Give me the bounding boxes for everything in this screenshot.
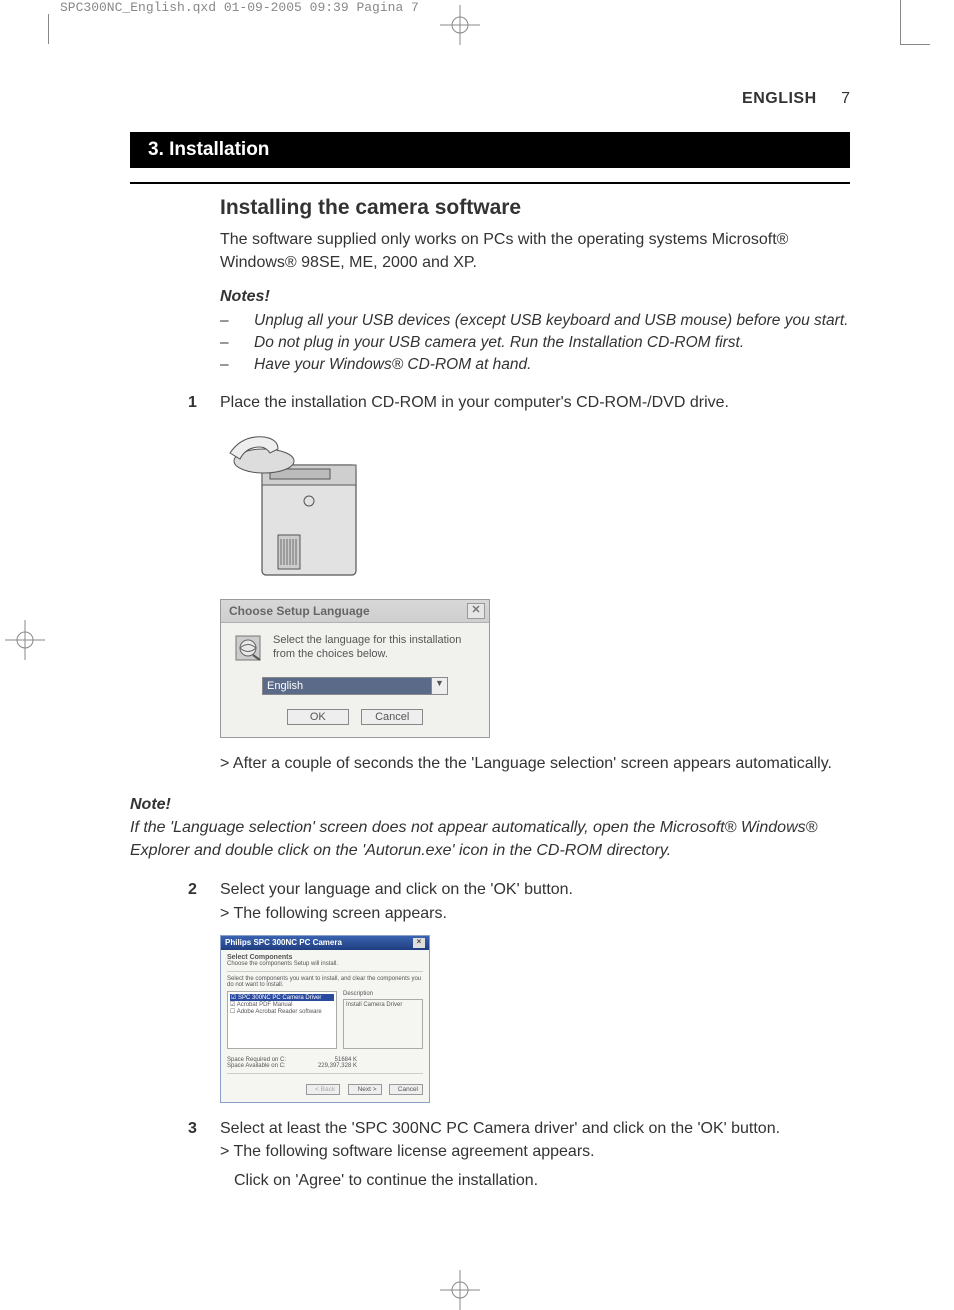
step-1-result: > After a couple of seconds the the 'Lan… xyxy=(220,752,850,775)
dialog-subheading: Choose the components Setup will install… xyxy=(227,961,423,967)
divider xyxy=(227,971,423,972)
ok-button[interactable]: OK xyxy=(287,709,349,725)
note-block: Note! If the 'Language selection' screen… xyxy=(130,793,850,863)
figure-computer-tower xyxy=(220,425,850,585)
content-body: Installing the camera software The softw… xyxy=(130,182,850,1192)
step-3: 3 Select at least the 'SPC 300NC PC Came… xyxy=(220,1117,850,1193)
step-number: 2 xyxy=(188,878,197,901)
space-available: Space Available on C:229,397,328 K xyxy=(227,1063,357,1069)
globe-icon xyxy=(233,633,263,663)
notes-heading: Notes! xyxy=(220,288,850,306)
step-text: Select your language and click on the 'O… xyxy=(220,878,850,901)
figure-components-dialog: Philips SPC 300NC PC Camera × Select Com… xyxy=(220,935,850,1103)
chevron-down-icon[interactable]: ▼ xyxy=(431,678,447,694)
crop-mark xyxy=(48,14,49,44)
intro-paragraph: The software supplied only works on PCs … xyxy=(220,228,850,274)
close-icon[interactable]: ✕ xyxy=(467,603,485,619)
step-number: 3 xyxy=(188,1117,197,1140)
page-content: ENGLISH 7 3. Installation Installing the… xyxy=(130,90,850,1202)
registration-mark xyxy=(440,1270,480,1310)
subheading: Installing the camera software xyxy=(220,196,850,220)
step-3-result: > The following software license agreeme… xyxy=(220,1140,850,1163)
step-2-result: > The following screen appears. xyxy=(220,902,850,925)
registration-mark xyxy=(5,620,45,660)
language-label: ENGLISH xyxy=(742,90,817,107)
step-2: 2 Select your language and click on the … xyxy=(220,878,850,924)
description-label: Description xyxy=(343,991,423,997)
step-text: Select at least the 'SPC 300NC PC Camera… xyxy=(220,1117,850,1140)
components-list[interactable]: ☑ SPC 300NC PC Camera Driver ☑ Acrobat P… xyxy=(227,991,337,1049)
notes-list: Unplug all your USB devices (except USB … xyxy=(220,310,850,375)
page-header: ENGLISH 7 xyxy=(130,90,850,108)
section-title: 3. Installation xyxy=(130,132,850,168)
figure-language-dialog: Choose Setup Language ✕ S xyxy=(220,599,850,738)
note-item: Do not plug in your USB camera yet. Run … xyxy=(220,332,850,354)
back-button: < Back xyxy=(306,1084,340,1095)
close-icon[interactable]: × xyxy=(413,938,425,948)
registration-mark xyxy=(440,5,480,45)
note-heading: Note! xyxy=(130,796,171,813)
step-1: 1 Place the installation CD-ROM in your … xyxy=(220,391,850,414)
dialog-title: Choose Setup Language xyxy=(229,604,370,618)
language-dropdown[interactable]: English ▼ xyxy=(262,677,448,695)
select-components-dialog: Philips SPC 300NC PC Camera × Select Com… xyxy=(220,935,430,1103)
note-item: Have your Windows® CD-ROM at hand. xyxy=(220,354,850,376)
choose-language-dialog: Choose Setup Language ✕ S xyxy=(220,599,490,738)
step-text: Place the installation CD-ROM in your co… xyxy=(220,391,850,414)
dialog-title: Philips SPC 300NC PC Camera xyxy=(225,938,342,947)
dialog-message: Select the language for this installatio… xyxy=(273,633,477,663)
step-number: 1 xyxy=(188,391,197,414)
list-item[interactable]: ☐ Adobe Acrobat Reader software xyxy=(230,1008,334,1015)
page-number: 7 xyxy=(841,90,850,107)
note-body: If the 'Language selection' screen does … xyxy=(130,819,817,859)
description-box: Install Camera Driver xyxy=(343,999,423,1049)
cancel-button[interactable]: Cancel xyxy=(361,709,423,725)
dialog-titlebar: Choose Setup Language ✕ xyxy=(221,600,489,623)
list-item[interactable]: ☑ Acrobat PDF Manual xyxy=(230,1001,334,1008)
crop-mark xyxy=(900,44,930,45)
dialog-titlebar: Philips SPC 300NC PC Camera × xyxy=(221,936,429,950)
dialog-heading: Select Components xyxy=(227,954,423,961)
crop-mark xyxy=(900,0,901,44)
note-item: Unplug all your USB devices (except USB … xyxy=(220,310,850,332)
dialog-instruction: Select the components you want to instal… xyxy=(227,976,423,988)
print-header: SPC300NC_English.qxd 01-09-2005 09:39 Pa… xyxy=(60,0,419,15)
step-3-result-2: Click on 'Agree' to continue the install… xyxy=(220,1169,850,1192)
cancel-button[interactable]: Cancel xyxy=(389,1084,423,1095)
list-item[interactable]: ☑ SPC 300NC PC Camera Driver xyxy=(230,994,334,1001)
next-button[interactable]: Next > xyxy=(348,1084,382,1095)
dropdown-value: English xyxy=(263,678,431,694)
